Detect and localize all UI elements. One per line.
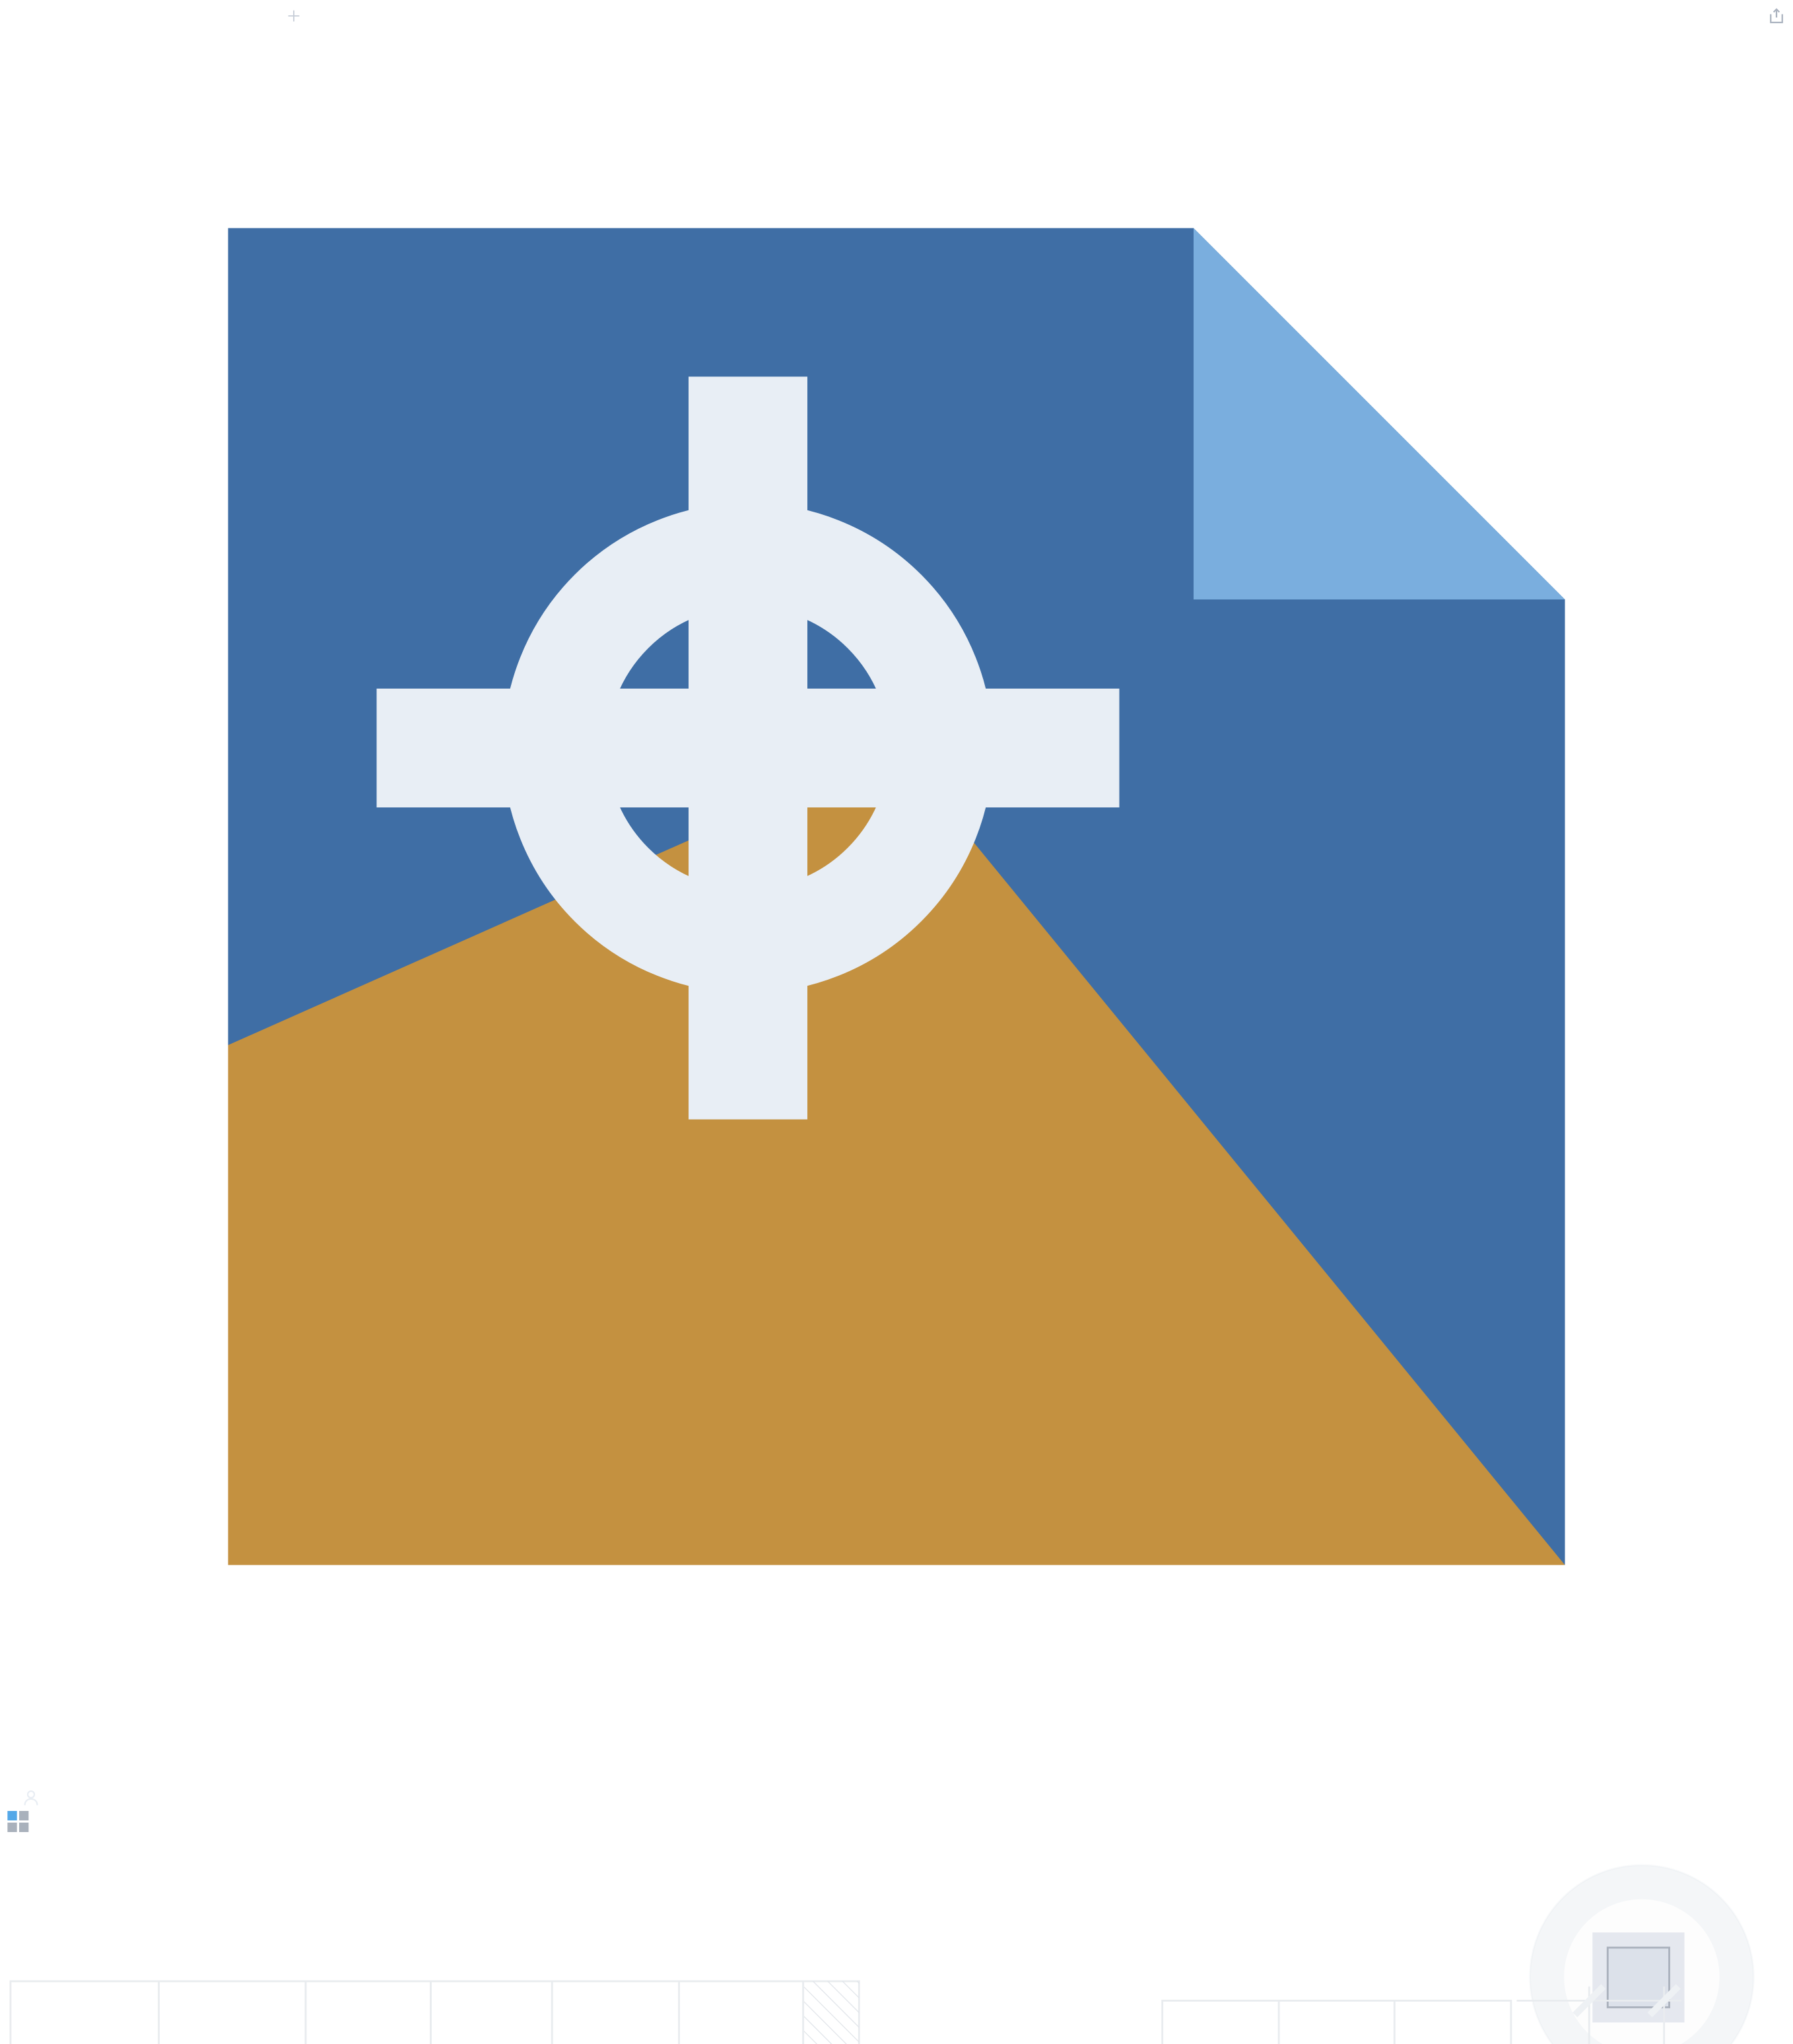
new-drawing-tab-button[interactable]: +: [281, 3, 306, 29]
window-title: [5, 5, 1788, 1788]
tab-band: +: [5, 1808, 1788, 1830]
drawing-geometry: .ln{stroke:#e9ecef;stroke-width:2;fill:n…: [5, 1830, 1788, 2044]
side-elevation: [1163, 2000, 1511, 2044]
autocad-app-icon: [5, 5, 1788, 1788]
front-elevation: [11, 1981, 859, 2044]
user-icon: [21, 1788, 41, 1808]
login-button[interactable]: [5, 1788, 1788, 1808]
viewcube: [1530, 1865, 1754, 2044]
file-tabs-menu-icon[interactable]: [5, 1808, 32, 1830]
title-bar: [5, 5, 1788, 1808]
command-share-icon[interactable]: [1767, 6, 1786, 26]
drawing-canvas[interactable]: .ln{stroke:#e9ecef;stroke-width:2;fill:n…: [5, 1830, 1788, 2044]
